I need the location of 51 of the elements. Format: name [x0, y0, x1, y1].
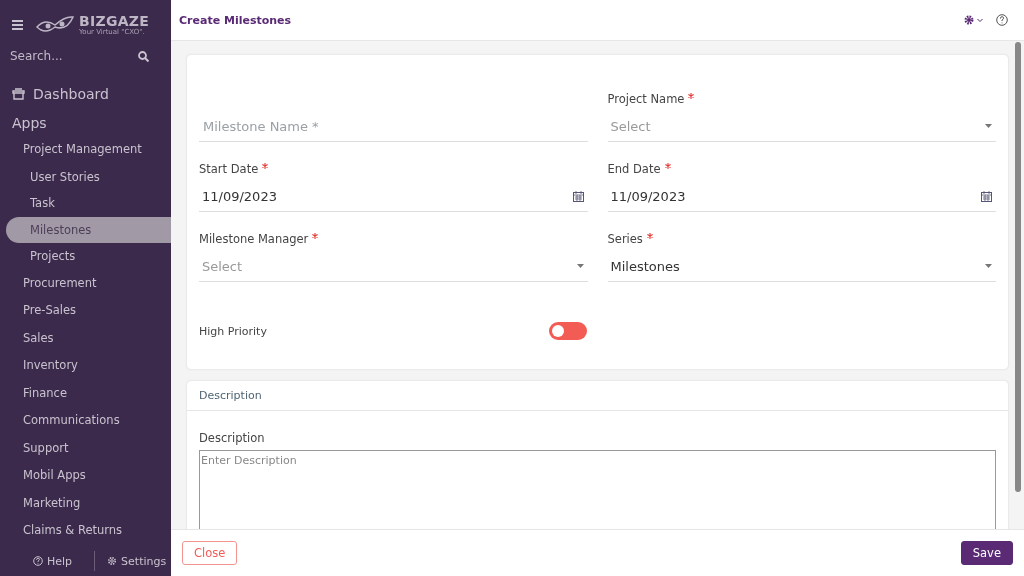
logo-name: BIZGAZE [79, 14, 150, 28]
gear-icon [107, 556, 118, 566]
field-label: End Date [607, 162, 661, 176]
sidebar-item[interactable]: Project Management [0, 136, 171, 164]
settings-link[interactable]: Settings [121, 554, 167, 568]
description-field[interactable]: Enter Description [199, 450, 996, 529]
sidebar-item[interactable]: Sales [0, 324, 171, 352]
sidebar-item[interactable]: Pre-Sales [0, 297, 171, 325]
settings-icon[interactable] [964, 15, 984, 25]
dashboard-icon [12, 88, 25, 100]
scrollbar[interactable] [1015, 42, 1021, 492]
dashboard-link[interactable]: Dashboard [33, 86, 109, 102]
date-field[interactable]: 11/09/2023 [607, 181, 996, 212]
dropdown-caret-icon [576, 264, 584, 268]
select-field[interactable]: Milestones [607, 251, 996, 282]
date-field[interactable]: 11/09/2023 [199, 181, 588, 212]
sidebar-item[interactable]: Finance [0, 379, 171, 407]
save-button[interactable]: Save [960, 541, 1013, 565]
toggle-label: High Priority [199, 324, 267, 338]
dropdown-caret-icon [985, 264, 992, 268]
menu-icon[interactable] [12, 20, 23, 30]
help-link[interactable]: Help [47, 554, 73, 568]
dropdown-caret-icon [985, 124, 992, 128]
field-label: Milestone Manager [199, 232, 309, 246]
sidebar-item[interactable]: Claims & Returns [0, 517, 171, 545]
sidebar-item[interactable]: User Stories [0, 163, 171, 190]
help-icon [33, 556, 43, 566]
sidebar-item[interactable]: Task [0, 190, 171, 217]
help-icon[interactable] [996, 14, 1008, 26]
sidebar-item[interactable]: Marketing [0, 489, 171, 517]
calendar-icon[interactable] [981, 190, 992, 202]
eyes-logo-icon [35, 15, 75, 35]
calendar-icon[interactable] [572, 190, 584, 202]
section-heading: Apps [11, 115, 48, 131]
sidebar-item[interactable]: Projects [0, 243, 171, 270]
sidebar-item[interactable]: Procurement [0, 269, 171, 297]
sidebar-item[interactable]: Mobil Apps [0, 462, 171, 490]
field-label: Project Name [607, 92, 685, 106]
sidebar-item[interactable]: Support [0, 434, 171, 462]
search-field[interactable]: Search... [10, 49, 110, 63]
search-icon[interactable] [138, 50, 149, 62]
sidebar-item[interactable]: Milestones [6, 216, 171, 243]
field-label: Description [199, 431, 265, 445]
field-label: Start Date [199, 162, 259, 176]
sidebar-item[interactable]: Communications [0, 407, 171, 435]
section-heading: Description [199, 389, 262, 402]
page-title: Create Milestones [179, 13, 292, 27]
milestone-name-field[interactable]: Milestone Name * [199, 71, 588, 142]
high-priority-toggle[interactable] [549, 322, 587, 340]
sidebar-item[interactable]: Inventory [0, 352, 171, 380]
field-label: Series [607, 232, 643, 246]
